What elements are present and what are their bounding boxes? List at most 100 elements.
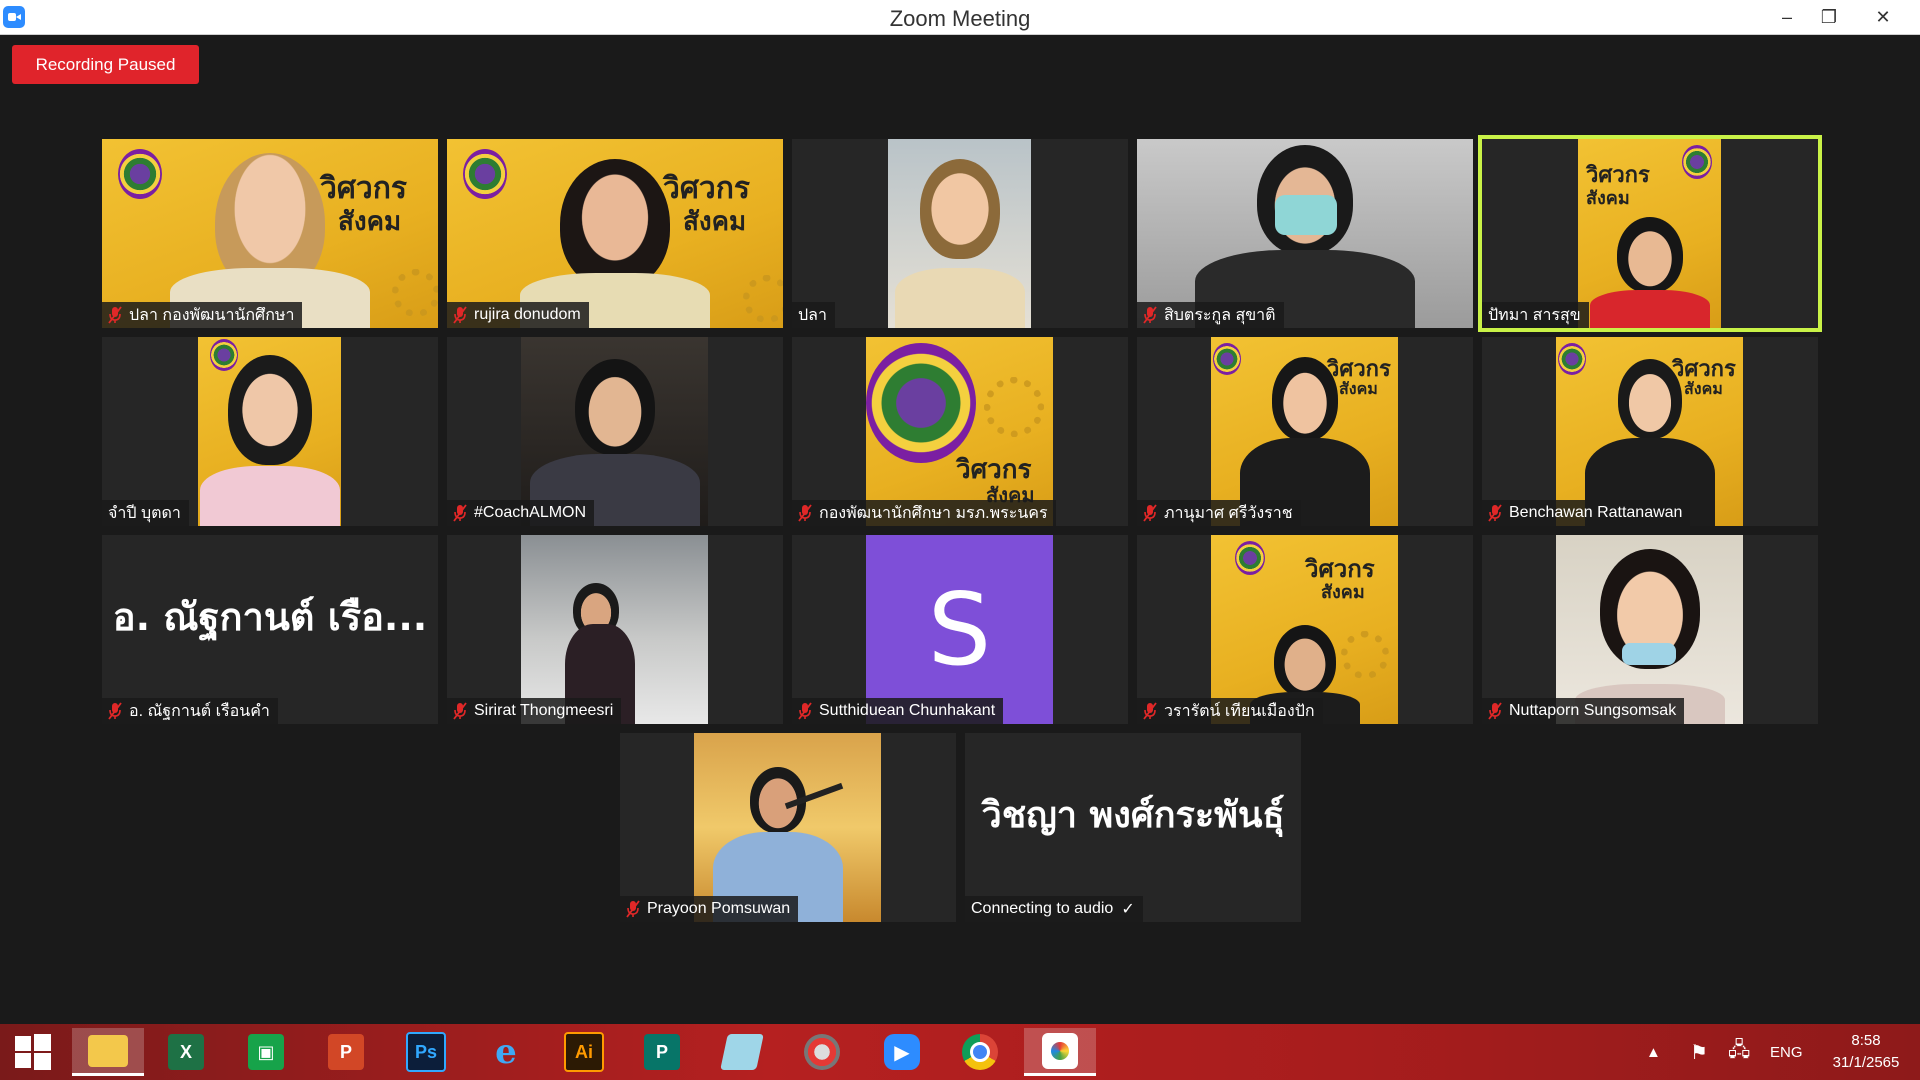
participant-status: Connecting to audio <box>971 900 1114 917</box>
restore-button[interactable]: ❐ <box>1806 0 1852 34</box>
store-bag-icon: ▣ <box>248 1034 284 1070</box>
participant-video: วิศวกร สังคม <box>1211 535 1398 724</box>
participant-video: วิศวกร สังคม <box>1211 337 1398 526</box>
participant-display-name: อ. ณัฐกานต์ เรือ... <box>112 595 428 639</box>
start-button[interactable] <box>0 1028 66 1076</box>
windows-logo-icon <box>15 1034 51 1070</box>
participant-tile[interactable]: จำปี บุตดา <box>102 337 438 526</box>
participant-tile[interactable]: Prayoon Pomsuwan <box>620 733 956 922</box>
participant-tile[interactable]: วิศวกร สังคม ปลา กองพัฒนานักศึกษา <box>102 139 438 328</box>
paint-palette-icon <box>1042 1032 1078 1069</box>
banner-line2: สังคม <box>1339 379 1378 398</box>
participant-face <box>1271 357 1338 441</box>
participant-name: Sirirat Thongmeesri <box>474 702 614 719</box>
participant-tile[interactable]: วิศวกร สังคม rujira donudom <box>447 139 783 328</box>
network-icon[interactable]: 🖧 <box>1728 1024 1750 1080</box>
university-seal-icon <box>866 343 976 463</box>
university-logo-icon <box>1682 145 1712 179</box>
gear-decoration-icon <box>984 377 1044 437</box>
file-explorer-taskbar-button[interactable] <box>72 1028 144 1076</box>
participant-name-tag: กองพัฒนานักศึกษา มรภ.พระนคร <box>792 500 1056 526</box>
mic-muted-icon <box>1143 504 1157 522</box>
checkmark-icon: ✓ <box>1121 901 1135 918</box>
window-titlebar: Zoom Meeting – ❐ ✕ <box>0 0 1920 35</box>
close-button[interactable]: ✕ <box>1860 0 1906 34</box>
participant-face <box>1273 625 1336 697</box>
mic-muted-icon <box>1143 306 1157 324</box>
powerpoint-taskbar-button[interactable]: P <box>310 1028 382 1076</box>
face-mask <box>1275 195 1337 235</box>
recording-status-badge[interactable]: Recording Paused <box>12 45 199 84</box>
participant-video: วิศวกร สังคม <box>866 337 1053 526</box>
participant-name-tag: Sutthiduean Chunhakant <box>792 698 1004 724</box>
participant-tile[interactable]: Sirirat Thongmeesri <box>447 535 783 724</box>
illustrator-icon: Ai <box>564 1032 604 1072</box>
zoom-taskbar-button[interactable]: ▶ <box>866 1028 938 1076</box>
participant-tile[interactable]: วิศวกร สังคม ภานุมาศ ศรีวังราช <box>1137 337 1473 526</box>
participant-tile[interactable]: วิชญา พงศ์กระพันธุ์ Connecting to audio … <box>965 733 1301 922</box>
participant-name-tag: ปลา <box>792 302 835 328</box>
university-logo-icon <box>1558 343 1586 375</box>
participant-tile[interactable]: S Sutthiduean Chunhakant <box>792 535 1128 724</box>
participant-name-tag: วรารัตน์ เทียนเมืองปัก <box>1137 698 1323 724</box>
mic-muted-icon <box>108 702 122 720</box>
participant-name-tag: ปลา กองพัฒนานักศึกษา <box>102 302 303 328</box>
participant-tile[interactable]: #CoachALMON <box>447 337 783 526</box>
banner-line2: สังคม <box>1586 188 1630 209</box>
banner-line2: สังคม <box>338 207 402 237</box>
participant-name: Sutthiduean Chunhakant <box>819 702 996 719</box>
university-logo-icon <box>118 149 162 199</box>
participant-tile[interactable]: ปลา <box>792 139 1128 328</box>
internet-explorer-taskbar-button[interactable]: e <box>470 1028 542 1076</box>
participant-name: ปลา <box>798 306 827 324</box>
participant-tile[interactable]: วิศวกร สังคม วรารัตน์ เทียนเมืองปัก <box>1137 535 1473 724</box>
participant-tile-active-speaker[interactable]: วิศวกร สังคม ปัทมา สารสุข <box>1478 135 1822 332</box>
participant-name-tag: ปัทมา สารสุข <box>1482 302 1589 328</box>
language-indicator[interactable]: ENG <box>1770 1024 1803 1080</box>
participant-name: rujira donudom <box>474 306 581 323</box>
minimize-button[interactable]: – <box>1764 0 1810 34</box>
participant-tile[interactable]: Nuttaporn Sungsomsak <box>1482 535 1818 724</box>
participant-name-tag: ภานุมาศ ศรีวังราช <box>1137 500 1301 526</box>
participant-face <box>919 159 1000 259</box>
zoom-camera-icon: ▶ <box>884 1034 920 1070</box>
participant-name: วรารัตน์ เทียนเมืองปัก <box>1164 702 1315 720</box>
participant-tile[interactable]: สิบตระกูล สุขาติ <box>1137 139 1473 328</box>
notepad-taskbar-button[interactable] <box>706 1028 778 1076</box>
photoscape-taskbar-button[interactable] <box>786 1028 858 1076</box>
participant-video: วิศวกร สังคม <box>102 139 438 328</box>
participant-name-tag: Connecting to audio ✓ <box>965 896 1143 922</box>
participant-name-tag: Nuttaporn Sungsomsak <box>1482 698 1685 724</box>
gear-decoration-icon <box>392 269 438 317</box>
participant-video: วิศวกร สังคม <box>447 139 783 328</box>
participant-name: Prayoon Pomsuwan <box>647 900 791 917</box>
illustrator-taskbar-button[interactable]: Ai <box>548 1028 620 1076</box>
participant-tile[interactable]: วิศวกร สังคม กองพัฒนานักศึกษา มรภ.พระนคร <box>792 337 1128 526</box>
participant-name-tag: Benchawan Rattanawan <box>1482 500 1691 526</box>
window-title: Zoom Meeting <box>889 6 1031 31</box>
mic-muted-icon <box>798 702 812 720</box>
folder-icon <box>88 1034 128 1067</box>
participant-tile[interactable]: วิศวกร สังคม Benchawan Rattanawan <box>1482 337 1818 526</box>
university-logo-icon <box>1235 541 1265 575</box>
participant-name: จำปี บุตดา <box>108 504 181 522</box>
gear-decoration-icon <box>743 275 783 323</box>
mic-muted-icon <box>626 900 640 918</box>
chrome-taskbar-button[interactable] <box>944 1028 1016 1076</box>
paint-taskbar-button[interactable] <box>1024 1028 1096 1076</box>
clock-time: 8:58 <box>1851 1032 1881 1049</box>
gear-decoration-icon <box>1341 631 1389 679</box>
participant-video <box>521 337 708 526</box>
action-center-flag-icon[interactable]: ⚑ <box>1690 1024 1708 1080</box>
store-taskbar-button[interactable]: ▣ <box>230 1028 302 1076</box>
avatar-initial: S <box>927 571 992 688</box>
participant-display-name: วิชญา พงศ์กระพันธุ์ <box>981 795 1285 836</box>
photoshop-taskbar-button[interactable]: Ps <box>390 1028 462 1076</box>
participant-tile[interactable]: อ. ณัฐกานต์ เรือ... อ. ณัฐกานต์ เรือนคำ <box>102 535 438 724</box>
participant-body <box>894 268 1025 328</box>
participant-name: กองพัฒนานักศึกษา มรภ.พระนคร <box>819 504 1048 522</box>
publisher-taskbar-button[interactable]: P <box>626 1028 698 1076</box>
clock[interactable]: 8:58 31/1/2565 <box>1820 1024 1912 1080</box>
excel-taskbar-button[interactable]: X <box>150 1028 222 1076</box>
tray-overflow-chevron-icon[interactable]: ▲ <box>1646 1024 1661 1080</box>
